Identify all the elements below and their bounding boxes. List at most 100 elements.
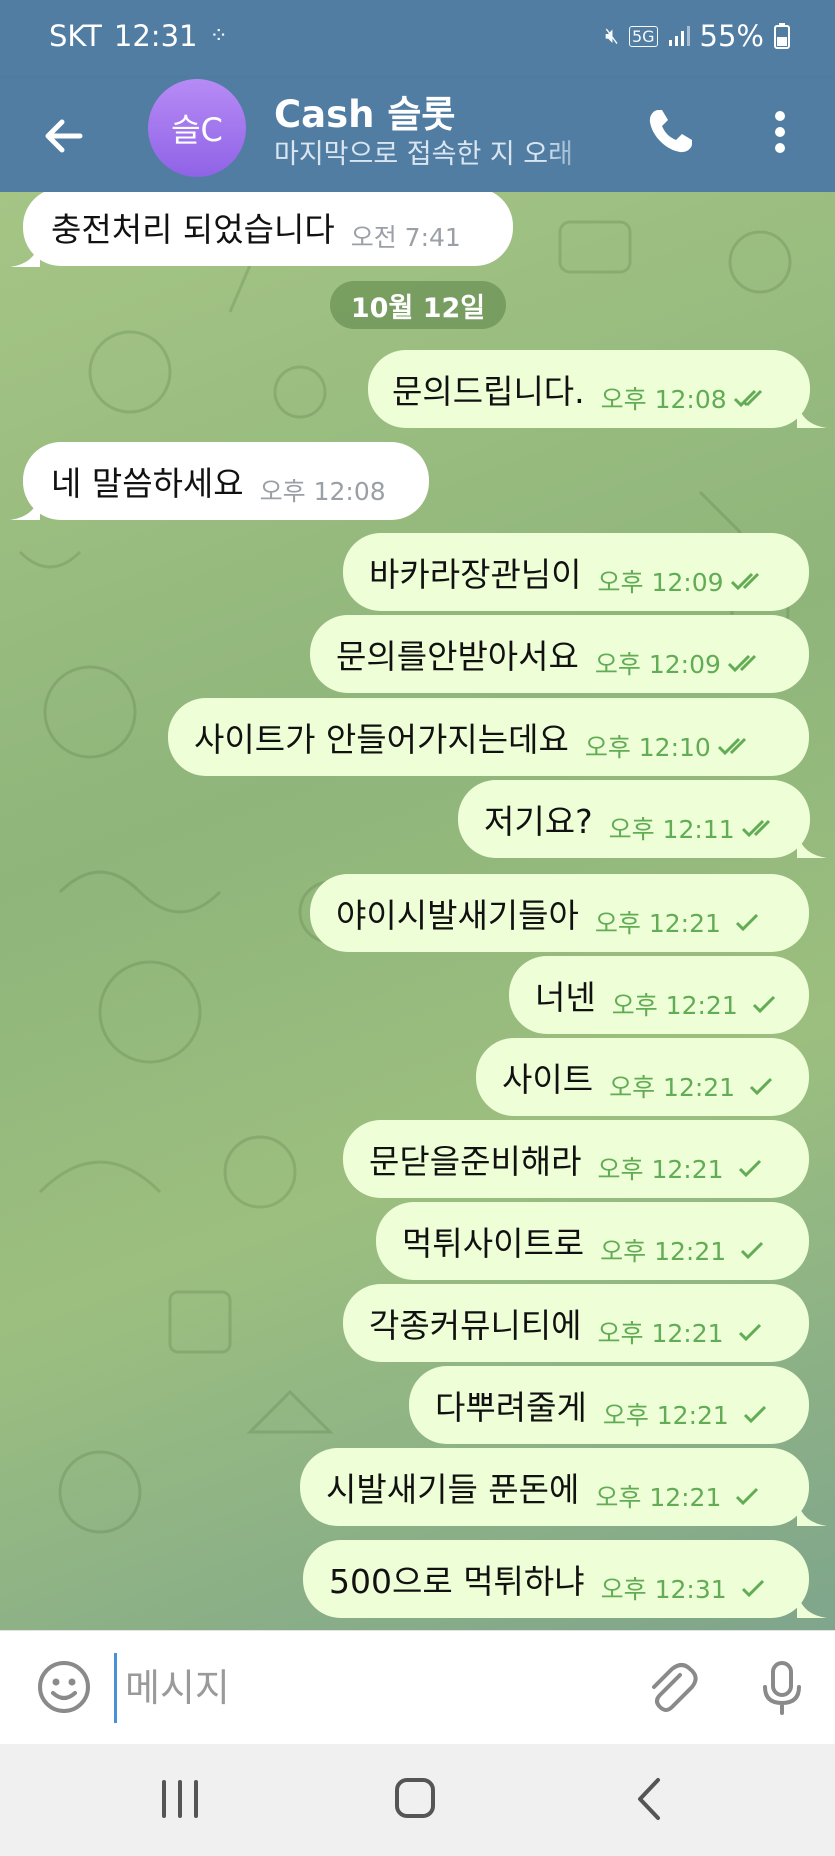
message-meta: 오후 12:21 <box>600 1232 770 1268</box>
message-time: 오후 12:31 <box>600 1575 727 1604</box>
chat-header: 슬C Cash 슬롯 마지막으로 접속한 지 오래 <box>0 78 835 192</box>
message-text: 먹튀사이트로 <box>402 1224 585 1263</box>
double-check-icon <box>730 572 759 591</box>
single-check-icon <box>736 1487 759 1506</box>
network-badge: 5G <box>628 25 658 47</box>
paperclip-icon[interactable] <box>640 1657 700 1717</box>
message-bubble-outgoing[interactable]: 저기요? 오후 12:11 <box>458 780 810 858</box>
message-meta: 오후 12:31 <box>601 1570 771 1606</box>
message-bubble-outgoing[interactable]: 바카라장관님이 오후 12:09 <box>343 533 809 611</box>
bubble-tail <box>797 828 827 858</box>
message-meta: 오후 12:11 <box>609 810 779 846</box>
message-text: 사이트 <box>502 1060 594 1099</box>
message-text: 네 말씀하세요 <box>51 464 244 503</box>
message-bubble-outgoing[interactable]: 500으로 먹튀하냐 오후 12:31 <box>303 1540 809 1618</box>
message-time: 오후 12:21 <box>609 1073 736 1102</box>
message-meta: 오전 7:41 <box>351 218 461 254</box>
message-text: 문의를안받아서요 <box>336 637 579 676</box>
bubble-tail <box>10 490 40 520</box>
system-nav-bar <box>0 1744 835 1856</box>
message-text: 너넨 <box>535 978 596 1017</box>
message-text: 저기요? <box>484 802 593 841</box>
message-time: 오전 7:41 <box>350 223 461 252</box>
message-meta: 오후 12:21 <box>612 986 782 1022</box>
chevron-left-icon[interactable] <box>620 1774 680 1824</box>
message-bubble-incoming[interactable]: 네 말씀하세요 오후 12:08 <box>23 442 429 520</box>
more-vertical-icon[interactable] <box>760 102 800 162</box>
last-seen-status: 마지막으로 접속한 지 오래 <box>274 139 573 170</box>
home-icon[interactable] <box>385 1774 445 1824</box>
message-bubble-outgoing[interactable]: 각종커뮤니티에 오후 12:21 <box>343 1284 809 1362</box>
message-meta: 오후 12:21 <box>595 1478 765 1514</box>
status-right: 🔇︎ 5G 55% <box>605 19 790 53</box>
single-check-icon <box>752 995 775 1014</box>
message-meta: 오후 12:21 <box>598 1314 768 1350</box>
arrow-left-icon[interactable] <box>34 106 94 166</box>
status-left: SKT 12:31 ⁘ <box>49 19 228 53</box>
message-text: 시발새기들 푼돈에 <box>326 1470 580 1509</box>
message-composer <box>0 1630 835 1745</box>
message-time: 오후 12:08 <box>259 477 386 506</box>
microphone-icon[interactable] <box>752 1657 812 1717</box>
status-bar: SKT 12:31 ⁘ 🔇︎ 5G 55% <box>0 0 835 78</box>
message-text: 사이트가 안들어가지는데요 <box>194 720 569 759</box>
message-meta: 오후 12:08 <box>260 472 386 508</box>
message-bubble-outgoing[interactable]: 문의드립니다. 오후 12:08 <box>368 350 810 428</box>
single-check-icon <box>743 1405 766 1424</box>
date-separator: 10월 12일 <box>330 281 506 329</box>
message-bubble-outgoing[interactable]: 시발새기들 푼돈에 오후 12:21 <box>300 1448 809 1526</box>
message-meta: 오후 12:21 <box>603 1396 773 1432</box>
message-meta: 오후 12:21 <box>595 904 765 940</box>
battery-percent: 55% <box>699 19 764 53</box>
double-check-icon <box>727 654 756 673</box>
message-meta: 오후 12:08 <box>601 380 771 416</box>
bubble-tail <box>797 1588 827 1618</box>
recent-apps-icon[interactable] <box>150 1774 210 1824</box>
avatar[interactable]: 슬C <box>148 79 246 177</box>
message-time: 오후 12:21 <box>597 1319 724 1348</box>
message-meta: 오후 12:21 <box>609 1068 779 1104</box>
message-meta: 오후 12:09 <box>598 563 768 599</box>
message-bubble-outgoing[interactable]: 문의를안받아서요 오후 12:09 <box>310 615 809 693</box>
emoji-icon[interactable] <box>34 1657 94 1717</box>
clock: 12:31 <box>113 19 198 53</box>
message-text: 문닫을준비해라 <box>369 1142 582 1181</box>
single-check-icon <box>741 1241 764 1260</box>
message-text: 충전처리 되었습니다 <box>51 210 335 249</box>
message-time: 오후 12:21 <box>594 909 721 938</box>
message-time: 오후 12:08 <box>600 385 727 414</box>
single-check-icon <box>741 1579 764 1598</box>
single-check-icon <box>738 1323 761 1342</box>
message-bubble-outgoing[interactable]: 문닫을준비해라 오후 12:21 <box>343 1120 809 1198</box>
message-bubble-outgoing[interactable]: 사이트 오후 12:21 <box>476 1038 809 1116</box>
message-bubble-outgoing[interactable]: 야이시발새기들아 오후 12:21 <box>310 874 809 952</box>
message-time: 오후 12:21 <box>611 991 738 1020</box>
single-check-icon <box>750 1077 773 1096</box>
message-bubble-incoming[interactable]: 충전처리 되었습니다 오전 7:41 <box>23 192 513 266</box>
message-time: 오후 12:11 <box>608 815 735 844</box>
message-time: 오후 12:10 <box>584 733 711 762</box>
message-bubble-outgoing[interactable]: 너넨 오후 12:21 <box>509 956 809 1034</box>
message-bubble-outgoing[interactable]: 다뿌려줄게 오후 12:21 <box>409 1366 809 1444</box>
notification-icon: ⁘ <box>209 23 228 49</box>
message-meta: 오후 12:10 <box>585 728 755 764</box>
chat-messages[interactable]: 10월 12일 충전처리 되었습니다 오전 7:41 문의드립니다. 오후 12… <box>0 192 835 1630</box>
single-check-icon <box>735 913 758 932</box>
battery-icon <box>774 23 790 49</box>
carrier-label: SKT <box>49 19 102 53</box>
message-bubble-outgoing[interactable]: 사이트가 안들어가지는데요 오후 12:10 <box>168 698 809 776</box>
message-time: 오후 12:21 <box>595 1483 722 1512</box>
phone-icon[interactable] <box>640 102 700 162</box>
message-input[interactable] <box>114 1653 627 1723</box>
message-time: 오후 12:09 <box>597 568 724 597</box>
signal-icon <box>668 26 690 46</box>
message-text: 500으로 먹튀하냐 <box>329 1562 585 1601</box>
message-text: 다뿌려줄게 <box>435 1388 587 1427</box>
message-text: 문의드립니다. <box>392 372 585 411</box>
message-bubble-outgoing[interactable]: 먹튀사이트로 오후 12:21 <box>376 1202 809 1280</box>
message-time: 오후 12:21 <box>597 1155 724 1184</box>
single-check-icon <box>738 1159 761 1178</box>
chat-title[interactable]: Cash 슬롯 <box>274 84 455 138</box>
bubble-tail <box>10 237 40 267</box>
message-time: 오후 12:09 <box>594 650 721 679</box>
